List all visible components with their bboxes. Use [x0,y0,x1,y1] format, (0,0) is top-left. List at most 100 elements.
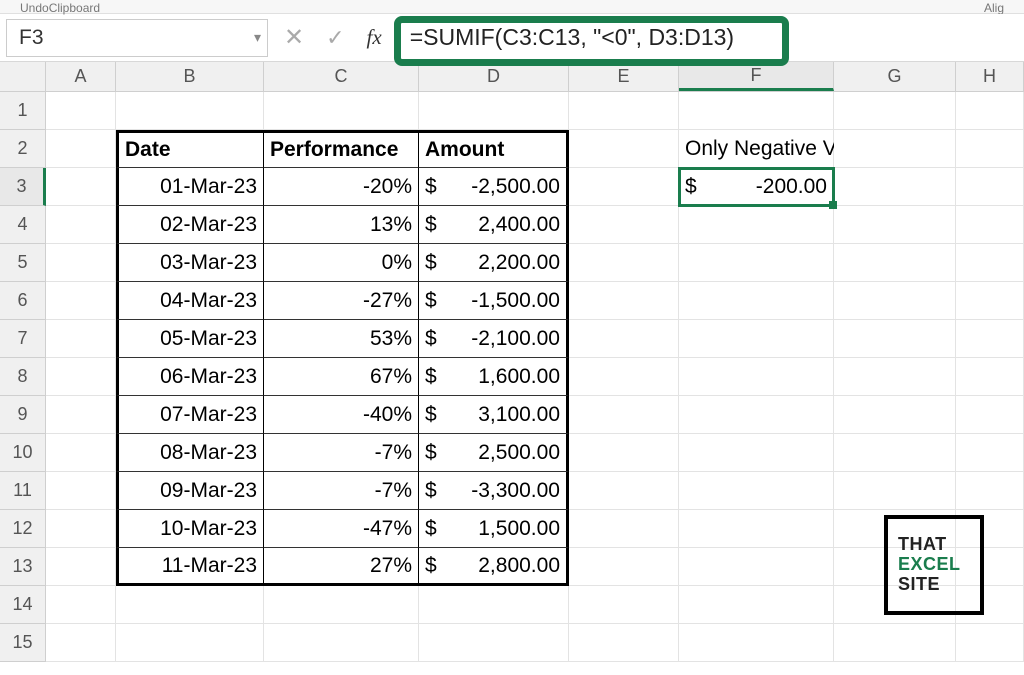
cell[interactable] [956,472,1024,510]
cell-amount[interactable]: $1,600.00 [419,358,569,396]
cell-date[interactable]: 03-Mar-23 [116,244,264,282]
cell-performance[interactable]: -47% [264,510,419,548]
row-header[interactable]: 1 [0,92,46,130]
cell-amount[interactable]: $-3,300.00 [419,472,569,510]
cell[interactable] [834,244,956,282]
cell[interactable] [679,472,834,510]
cell[interactable] [569,92,679,130]
table-header-amount[interactable]: Amount [419,130,569,168]
cell[interactable] [46,510,116,548]
cell[interactable] [956,130,1024,168]
cell[interactable] [956,396,1024,434]
cell[interactable] [834,624,956,662]
cell[interactable] [46,358,116,396]
cell-amount[interactable]: $3,100.00 [419,396,569,434]
cell[interactable] [569,548,679,586]
col-header-D[interactable]: D [419,62,569,91]
cell[interactable] [956,320,1024,358]
cell[interactable] [419,624,569,662]
cell[interactable] [834,472,956,510]
cell-date[interactable]: 01-Mar-23 [116,168,264,206]
cell[interactable] [834,320,956,358]
cell[interactable] [569,396,679,434]
cell[interactable] [569,624,679,662]
row-header[interactable]: 13 [0,548,46,586]
cell-date[interactable]: 09-Mar-23 [116,472,264,510]
cell[interactable] [569,244,679,282]
cell[interactable] [834,358,956,396]
cell[interactable] [834,282,956,320]
cell[interactable] [264,624,419,662]
cell-date[interactable]: 08-Mar-23 [116,434,264,472]
ribbon-undo[interactable]: Undo [20,1,49,15]
cell-amount[interactable]: $-2,100.00 [419,320,569,358]
cell[interactable]: Only Negative Values: [679,130,834,168]
cell[interactable] [46,624,116,662]
cell[interactable] [46,244,116,282]
cell[interactable] [834,206,956,244]
cell-amount[interactable]: $2,500.00 [419,434,569,472]
table-header-performance[interactable]: Performance [264,130,419,168]
cell[interactable] [956,358,1024,396]
cell[interactable] [679,282,834,320]
cell[interactable] [569,130,679,168]
col-header-A[interactable]: A [46,62,116,91]
row-header[interactable]: 5 [0,244,46,282]
col-header-C[interactable]: C [264,62,419,91]
cell-performance[interactable]: -7% [264,472,419,510]
cell-performance[interactable]: 13% [264,206,419,244]
cell-amount[interactable]: $2,200.00 [419,244,569,282]
cell-amount[interactable]: $-2,500.00 [419,168,569,206]
cell-amount[interactable]: $2,400.00 [419,206,569,244]
row-header[interactable]: 7 [0,320,46,358]
row-header[interactable]: 6 [0,282,46,320]
cell[interactable] [679,548,834,586]
cell-date[interactable]: 07-Mar-23 [116,396,264,434]
row-header[interactable]: 4 [0,206,46,244]
cell-date[interactable]: 05-Mar-23 [116,320,264,358]
formula-bar-input[interactable]: =SUMIF(C3:C13, "<0", D3:D13) [406,14,1024,61]
cell-performance[interactable]: 67% [264,358,419,396]
cell[interactable] [569,434,679,472]
cell-amount[interactable]: $1,500.00 [419,510,569,548]
cell-date[interactable]: 11-Mar-23 [116,548,264,586]
row-header[interactable]: 8 [0,358,46,396]
cell-performance[interactable]: 27% [264,548,419,586]
cell[interactable] [569,168,679,206]
cell[interactable] [834,396,956,434]
cell[interactable] [956,434,1024,472]
cell[interactable] [46,282,116,320]
cell[interactable] [419,92,569,130]
cell[interactable] [569,586,679,624]
cell[interactable] [46,548,116,586]
cell[interactable] [264,92,419,130]
cell[interactable] [834,168,956,206]
cell[interactable] [569,472,679,510]
row-header[interactable]: 12 [0,510,46,548]
row-header[interactable]: 11 [0,472,46,510]
cell[interactable] [834,434,956,472]
cell-performance[interactable]: 53% [264,320,419,358]
col-header-F[interactable]: F [679,62,834,91]
cell[interactable] [679,92,834,130]
cell-performance[interactable]: -20% [264,168,419,206]
cell[interactable] [419,586,569,624]
row-header[interactable]: 9 [0,396,46,434]
row-header[interactable]: 14 [0,586,46,624]
col-header-E[interactable]: E [569,62,679,91]
cell[interactable] [679,320,834,358]
cell[interactable] [834,92,956,130]
row-header[interactable]: 10 [0,434,46,472]
row-header[interactable]: 2 [0,130,46,168]
cell[interactable] [264,586,419,624]
cell[interactable] [679,206,834,244]
cell-date[interactable]: 06-Mar-23 [116,358,264,396]
cell[interactable] [569,282,679,320]
cancel-icon[interactable]: ✕ [284,23,304,52]
cell-amount[interactable]: $-1,500.00 [419,282,569,320]
cell-amount[interactable]: $2,800.00 [419,548,569,586]
cell[interactable] [46,396,116,434]
cell[interactable] [679,624,834,662]
cell[interactable] [679,434,834,472]
name-box[interactable]: F3 ▾ [6,19,268,57]
